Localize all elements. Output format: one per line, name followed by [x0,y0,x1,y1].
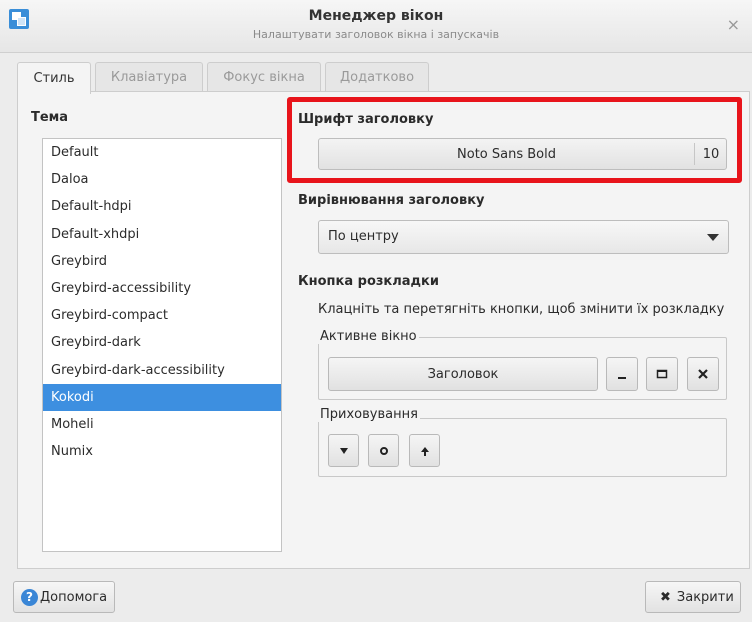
tab-keyboard[interactable]: Клавіатура [95,62,203,92]
theme-item[interactable]: Greybird-compact [43,302,281,329]
close-label: Закрити [676,589,734,605]
title-alignment-select[interactable]: По центру [318,220,729,254]
tab-advanced[interactable]: Додатково [325,62,429,92]
help-icon: ? [21,588,38,606]
theme-item[interactable]: Numix [43,438,281,465]
chevron-down-icon [707,234,719,241]
theme-item-selected[interactable]: Kokodi [43,383,281,411]
theme-item[interactable]: Greybird [43,248,281,275]
window-title: Менеджер вікон [308,8,444,24]
title-font-size: 10 [702,146,720,162]
theme-item[interactable]: Daloa [43,166,281,193]
theme-list[interactable]: Default Daloa Default-hdpi Default-xhdpi… [42,138,282,552]
tab-focus[interactable]: Фокус вікна [207,62,321,92]
stick-button[interactable] [368,434,399,467]
title-font-name: Noto Sans Bold [457,146,556,162]
shade-button[interactable] [328,434,359,467]
button-layout-hint: Клацніть та перетягніть кнопки, щоб змін… [318,302,725,317]
help-label: Допомога [40,589,108,605]
title-font-button[interactable]: Noto Sans Bold 10 [318,138,727,170]
active-window-label: Активне вікно [318,329,419,344]
above-button[interactable] [409,434,440,467]
window-subtitle: Налаштувати заголовок вікна і запускачів [252,28,500,41]
theme-item[interactable]: Greybird-accessibility [43,275,281,302]
arrow-up-icon [420,446,429,456]
theme-item[interactable]: Greybird-dark [43,329,281,356]
hidden-label: Приховування [318,407,420,422]
theme-item[interactable]: Moheli [43,411,281,438]
close-dialog-button[interactable]: ✖ Закрити [645,581,741,613]
title-font-heading: Шрифт заголовку [298,112,434,127]
close-icon [698,369,708,379]
theme-heading: Тема [31,110,69,125]
close-icon: ✖ [660,589,671,605]
theme-item[interactable]: Default-hdpi [43,193,281,220]
theme-item[interactable]: Default [43,139,281,166]
close-button[interactable] [687,357,719,391]
theme-item[interactable]: Greybird-dark-accessibility [43,357,281,384]
title-bar: Менеджер вікон Налаштувати заголовок вік… [0,0,752,53]
title-alignment-heading: Вирівнювання заголовку [298,193,485,208]
circle-icon [379,446,388,455]
close-icon[interactable]: × [727,15,740,34]
title-layout-button[interactable]: Заголовок [328,357,598,391]
minimize-icon [618,377,626,379]
maximize-button[interactable] [646,357,678,391]
minimize-button[interactable] [606,357,638,391]
tab-style[interactable]: Стиль [17,62,91,94]
triangle-down-icon [339,447,348,454]
theme-item[interactable]: Default-xhdpi [43,221,281,248]
maximize-icon [656,369,668,379]
help-button[interactable]: ? Допомога [13,581,115,613]
button-layout-heading: Кнопка розкладки [298,274,439,289]
title-alignment-value: По центру [328,229,399,244]
